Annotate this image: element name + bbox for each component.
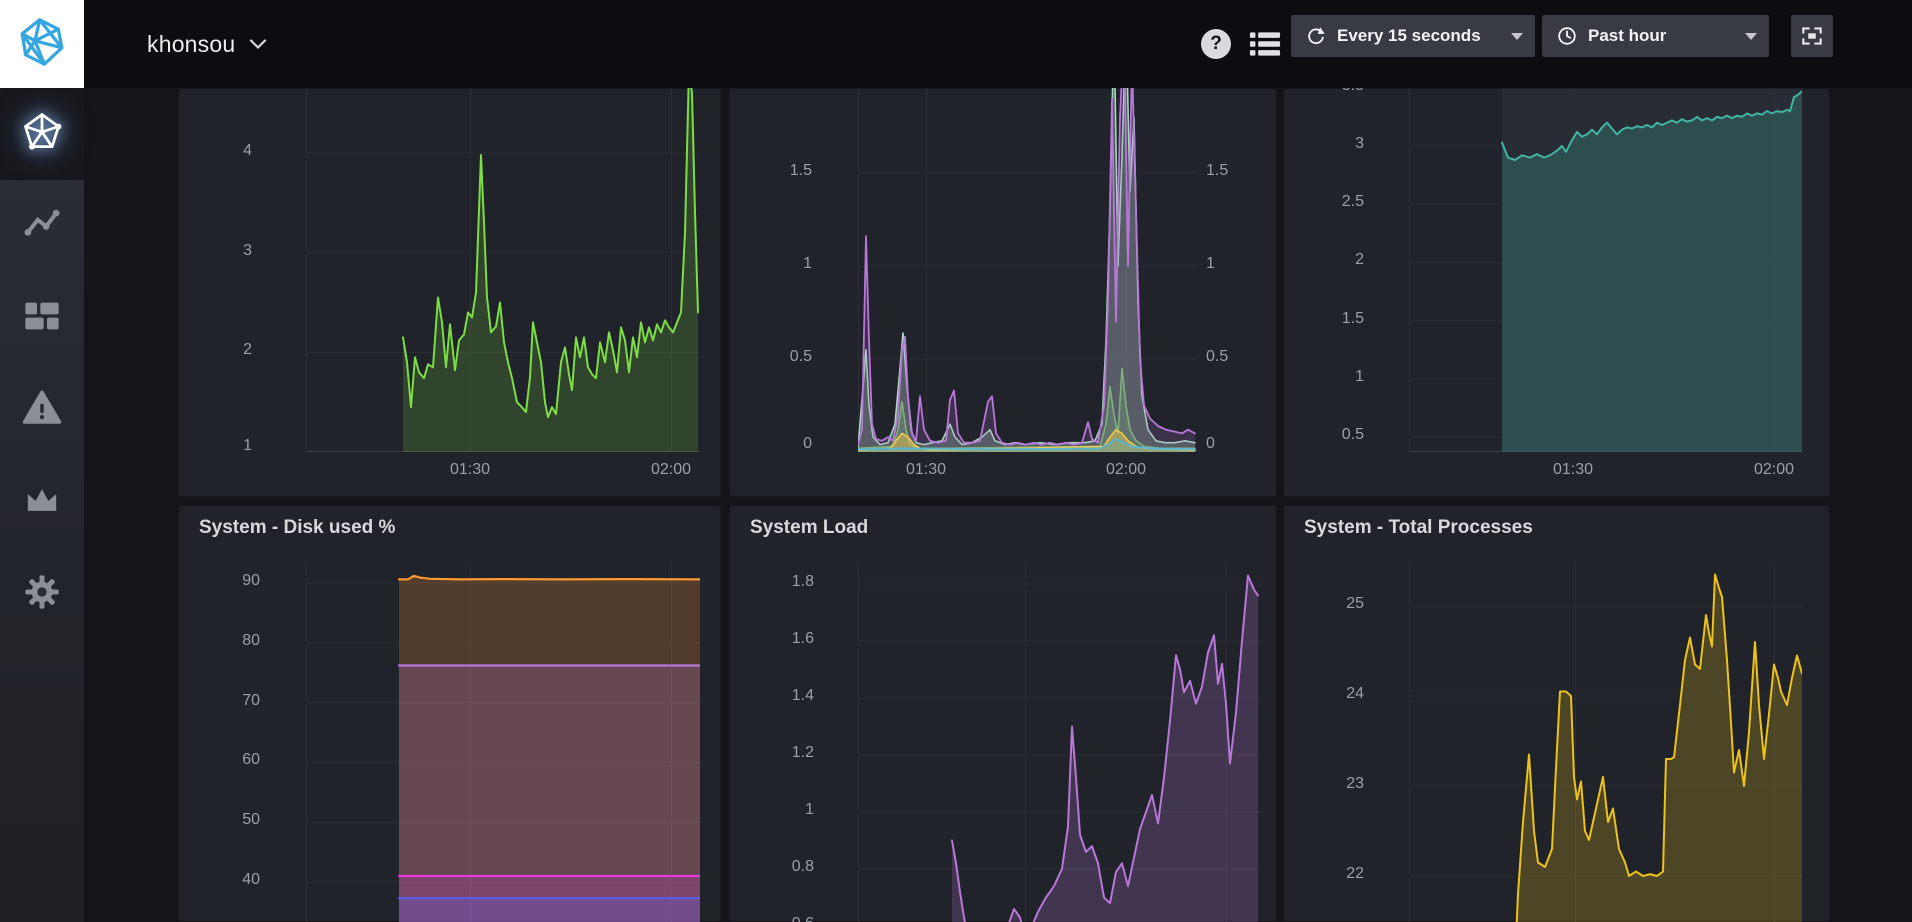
y-axis-label: 1.5 — [732, 162, 812, 180]
x-axis-label: 02:00 — [626, 461, 716, 479]
y-axis-label: 1.6 — [734, 630, 814, 648]
y-axis-label: 3 — [1284, 135, 1364, 153]
y-axis-label: 1.5 — [1284, 310, 1364, 328]
y-axis-label: 2 — [172, 341, 252, 359]
clock-icon — [1556, 25, 1578, 47]
time-range-button[interactable]: Past hour — [1542, 15, 1769, 57]
y-axis-label: 0.6 — [734, 915, 814, 922]
view-mode-button[interactable] — [1248, 31, 1282, 57]
caret-down-icon — [1745, 33, 1757, 40]
warning-icon — [21, 387, 63, 434]
y-axis-label: 3 — [172, 242, 252, 260]
y-axis-label: 22 — [1284, 865, 1364, 883]
y-axis-label: 0.5 — [732, 348, 812, 366]
y-axis-label-right: 1.5 — [1206, 162, 1286, 180]
sidebar-item-alerts[interactable] — [0, 364, 84, 456]
chart-top-right[interactable] — [1409, 88, 1802, 452]
y-axis-label: 1.2 — [734, 744, 814, 762]
y-axis-label: 1 — [734, 801, 814, 819]
crown-icon — [22, 480, 62, 525]
y-axis-label: 2.5 — [1284, 193, 1364, 211]
y-axis-label: 0.5 — [1284, 426, 1364, 444]
refresh-icon — [1305, 25, 1327, 47]
y-axis-label-right: 0.5 — [1206, 348, 1286, 366]
chart-system-load[interactable] — [858, 564, 1262, 922]
dashboard-title-dropdown[interactable]: khonsou — [147, 0, 267, 88]
top-bar: khonsou ? Every 15 seconds — [0, 0, 1912, 88]
dashboard-title: khonsou — [147, 31, 235, 58]
rows-list-icon — [1248, 31, 1282, 57]
y-axis-label: 1 — [732, 255, 812, 273]
refresh-interval-label: Every 15 seconds — [1337, 26, 1481, 46]
y-axis-label: 1 — [1284, 368, 1364, 386]
x-axis-label: 01:30 — [881, 461, 971, 479]
y-axis-label: 1.4 — [734, 687, 814, 705]
blocks-icon — [22, 296, 62, 341]
caret-down-icon — [1511, 33, 1523, 40]
help-question-icon: ? — [1210, 33, 1222, 55]
tv-kiosk-icon — [1799, 23, 1825, 49]
y-axis-label: 70 — [180, 692, 260, 710]
panel-title-total-processes[interactable]: System - Total Processes — [1304, 517, 1533, 539]
y-axis-label: 40 — [180, 871, 260, 889]
panel-title-disk-used[interactable]: System - Disk used % — [199, 517, 395, 539]
refresh-interval-button[interactable]: Every 15 seconds — [1291, 15, 1535, 57]
y-axis-label: 23 — [1284, 775, 1364, 793]
x-axis-label: 01:30 — [425, 461, 515, 479]
y-axis-label: 24 — [1284, 685, 1364, 703]
y-axis-label: 25 — [1284, 595, 1364, 613]
y-axis-label: 60 — [180, 751, 260, 769]
y-axis-label: 50 — [180, 811, 260, 829]
x-axis-label: 02:00 — [1081, 461, 1171, 479]
y-axis-label: 80 — [180, 632, 260, 650]
time-range-label: Past hour — [1588, 26, 1666, 46]
sidebar-item-admin[interactable] — [0, 456, 84, 548]
y-axis-label: 0 — [732, 435, 812, 453]
grafana-dashboard-app: System - Disk used % System Load System … — [0, 0, 1912, 922]
x-axis-label: 01:30 — [1528, 461, 1618, 479]
polyhedron-icon — [20, 110, 64, 159]
chart-top-left[interactable] — [306, 88, 700, 452]
chart-top-middle[interactable] — [858, 88, 1197, 452]
app-logo[interactable] — [0, 0, 84, 88]
sidebar — [0, 88, 84, 922]
dashboard: System - Disk used % System Load System … — [0, 0, 1912, 922]
chart-total-processes[interactable] — [1409, 564, 1802, 922]
sidebar-item-graphs[interactable] — [0, 180, 84, 272]
y-axis-label: 1 — [172, 437, 252, 455]
chart-disk-used-series-orange — [399, 576, 700, 580]
y-axis-label-right: 1 — [1206, 255, 1286, 273]
sidebar-item-home[interactable] — [0, 88, 84, 180]
panel-title-system-load[interactable]: System Load — [750, 517, 868, 539]
y-axis-label: 2 — [1284, 251, 1364, 269]
timeline-icon — [22, 204, 62, 249]
y-axis-label: 90 — [180, 572, 260, 590]
y-axis-label-right: 0 — [1206, 435, 1286, 453]
chevron-down-icon — [249, 38, 267, 50]
y-axis-label: 0.8 — [734, 858, 814, 876]
help-button[interactable]: ? — [1201, 29, 1231, 59]
y-axis-label: 4 — [172, 142, 252, 160]
gear-icon — [22, 572, 62, 617]
y-axis-label: 1.8 — [734, 573, 814, 591]
logo-polyhedron-icon — [14, 14, 70, 75]
sidebar-item-settings[interactable] — [0, 548, 84, 640]
kiosk-mode-button[interactable] — [1791, 15, 1833, 57]
sidebar-item-dashboards[interactable] — [0, 272, 84, 364]
x-axis-label: 02:00 — [1729, 461, 1819, 479]
chart-disk-used[interactable] — [306, 564, 700, 922]
